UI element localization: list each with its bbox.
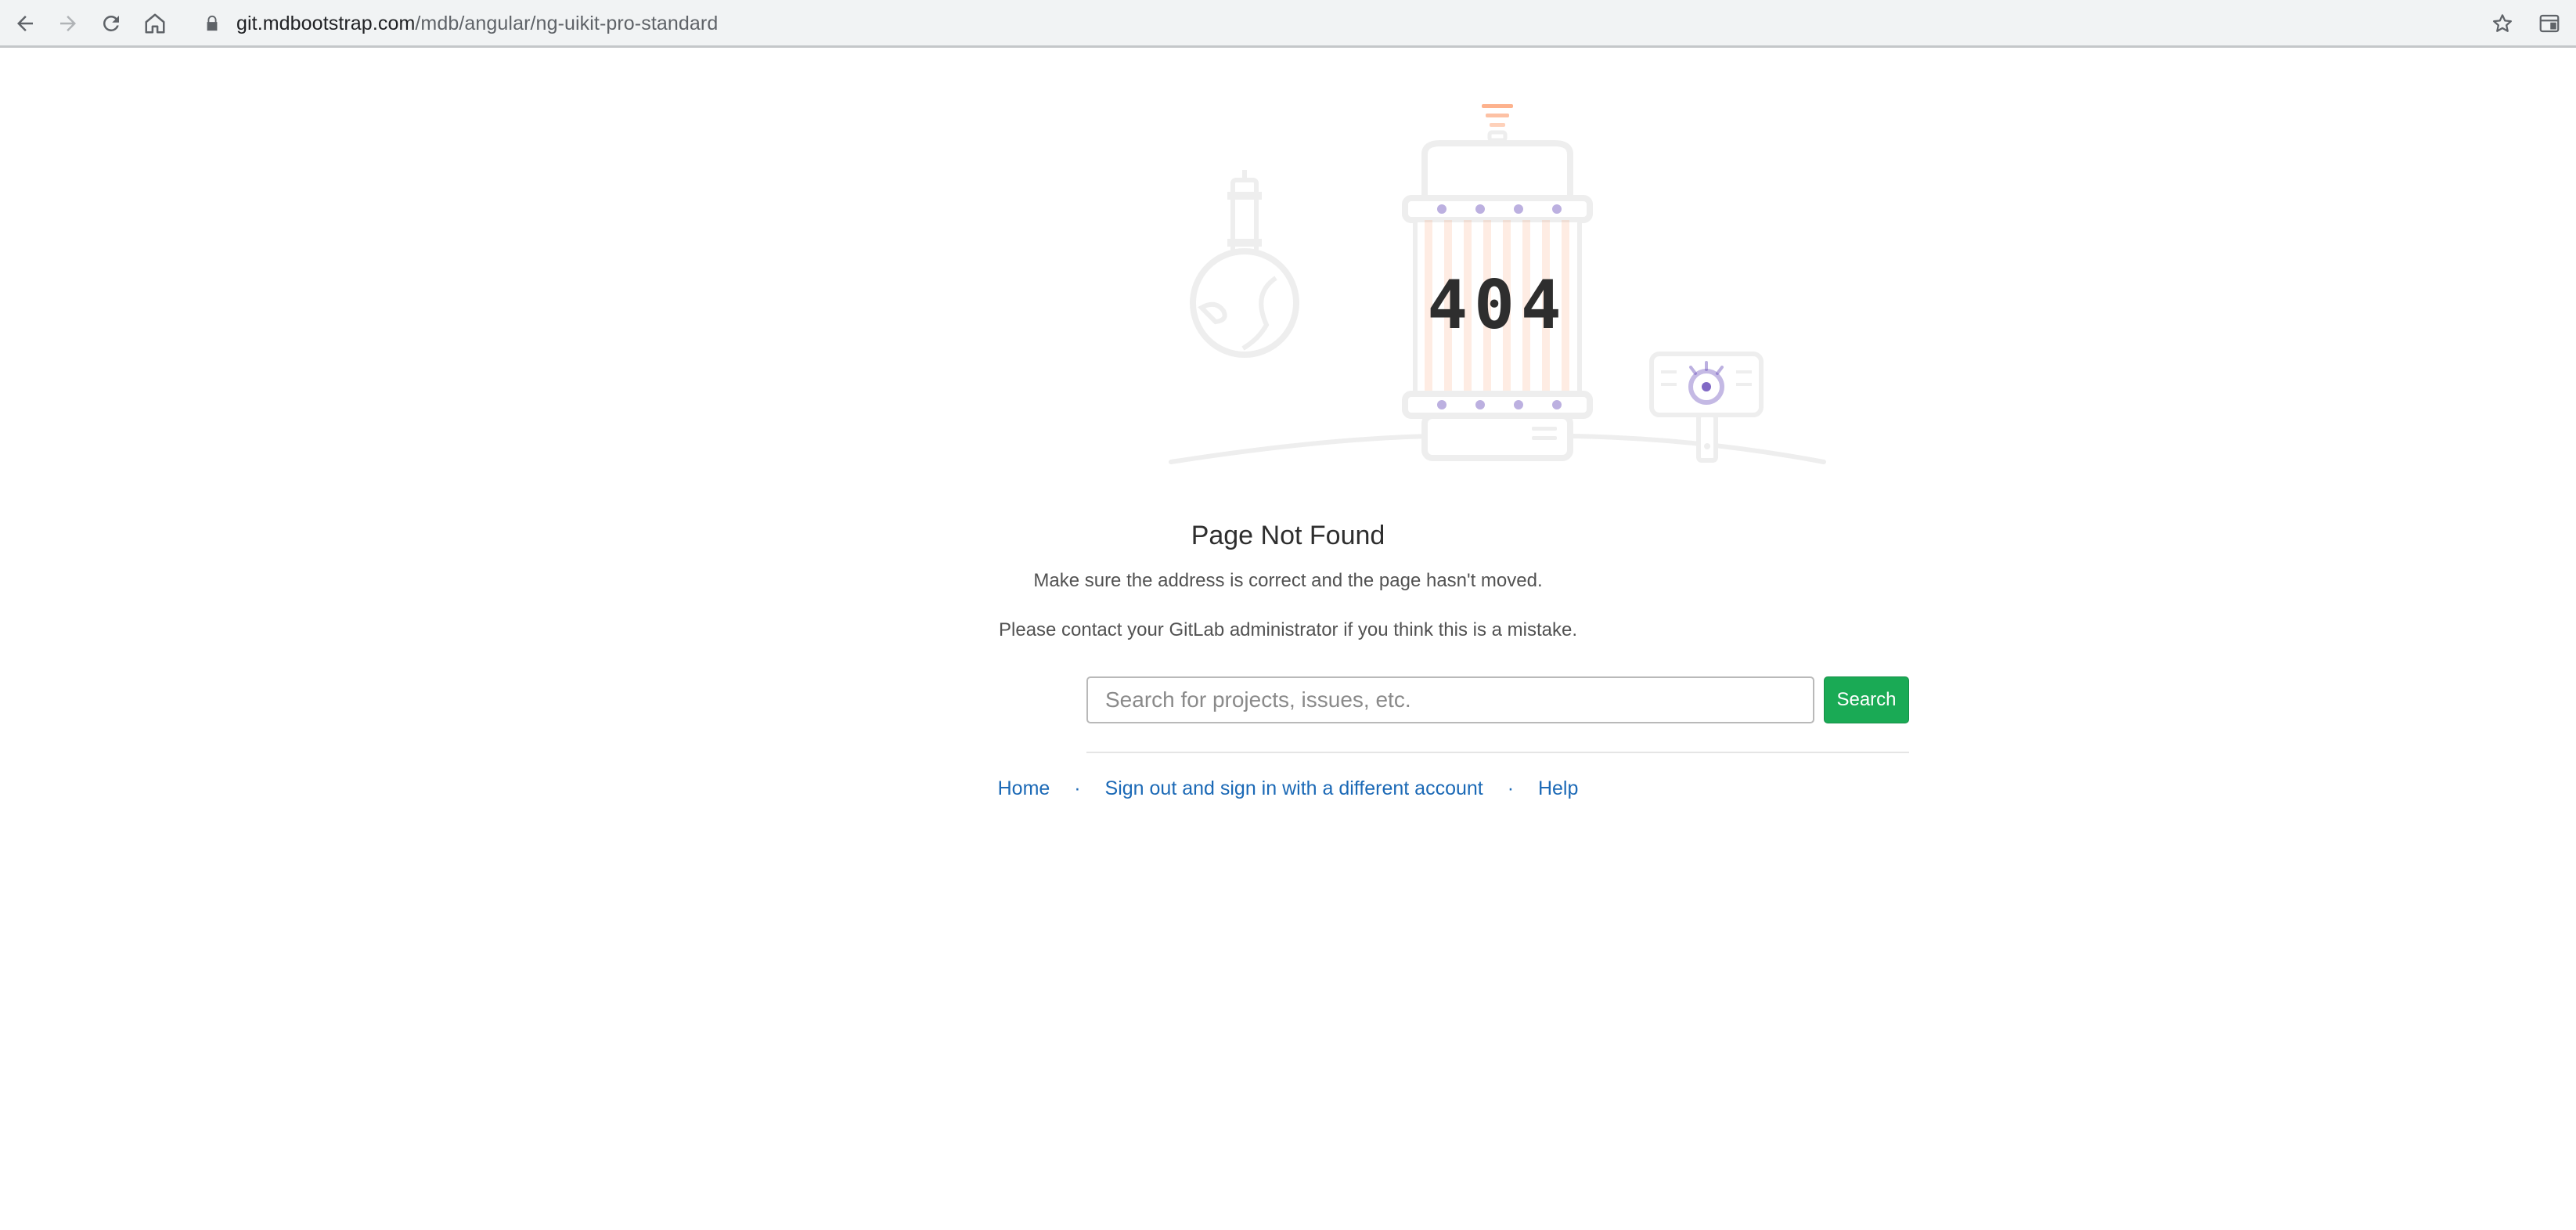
- back-button[interactable]: [8, 6, 42, 41]
- home-button[interactable]: [138, 6, 172, 41]
- bookmark-button[interactable]: [2485, 6, 2520, 41]
- planet-graphic: [1190, 170, 1299, 358]
- star-icon: [2493, 14, 2512, 32]
- address-bar[interactable]: git.mdbootstrap.com/mdb/angular/ng-uikit…: [180, 5, 2489, 42]
- footer-links: Home · Sign out and sign in with a diffe…: [0, 777, 2576, 800]
- search-button[interactable]: Search: [1824, 676, 1909, 723]
- link-separator: ·: [1507, 777, 1515, 799]
- arrow-right-icon: [60, 16, 76, 31]
- reload-button[interactable]: [94, 6, 128, 41]
- page-title: Page Not Found: [1191, 521, 1385, 550]
- signpost-graphic: [1649, 352, 1764, 463]
- extension-button[interactable]: [2532, 6, 2567, 41]
- help-link[interactable]: Help: [1538, 777, 1578, 799]
- search-form: Search: [1086, 676, 1909, 723]
- lock-icon: [207, 15, 218, 31]
- url-text: git.mdbootstrap.com/mdb/angular/ng-uikit…: [236, 13, 718, 35]
- error-message-contact: Please contact your GitLab administrator…: [999, 619, 1577, 640]
- window-icon: [2539, 14, 2560, 33]
- sign-out-link[interactable]: Sign out and sign in with a different ac…: [1105, 777, 1483, 799]
- link-separator: ·: [1074, 777, 1081, 799]
- home-link[interactable]: Home: [998, 777, 1050, 799]
- arrow-left-icon: [17, 16, 33, 31]
- search-input[interactable]: [1086, 676, 1814, 723]
- browser-toolbar: git.mdbootstrap.com/mdb/angular/ng-uikit…: [0, 0, 2576, 48]
- divider: [1086, 752, 1909, 753]
- error-code-text: 404: [1427, 266, 1567, 344]
- url-path: /mdb/angular/ng-uikit-pro-standard: [415, 12, 719, 34]
- beacon-graphic: [1482, 104, 1513, 142]
- error-message-address: Make sure the address is correct and the…: [1033, 570, 1543, 591]
- forward-button[interactable]: [51, 6, 85, 41]
- home-icon: [145, 13, 165, 34]
- reload-icon: [103, 15, 119, 31]
- error-404-illustration: 404: [1169, 104, 1826, 464]
- url-host: git.mdbootstrap.com: [236, 12, 416, 34]
